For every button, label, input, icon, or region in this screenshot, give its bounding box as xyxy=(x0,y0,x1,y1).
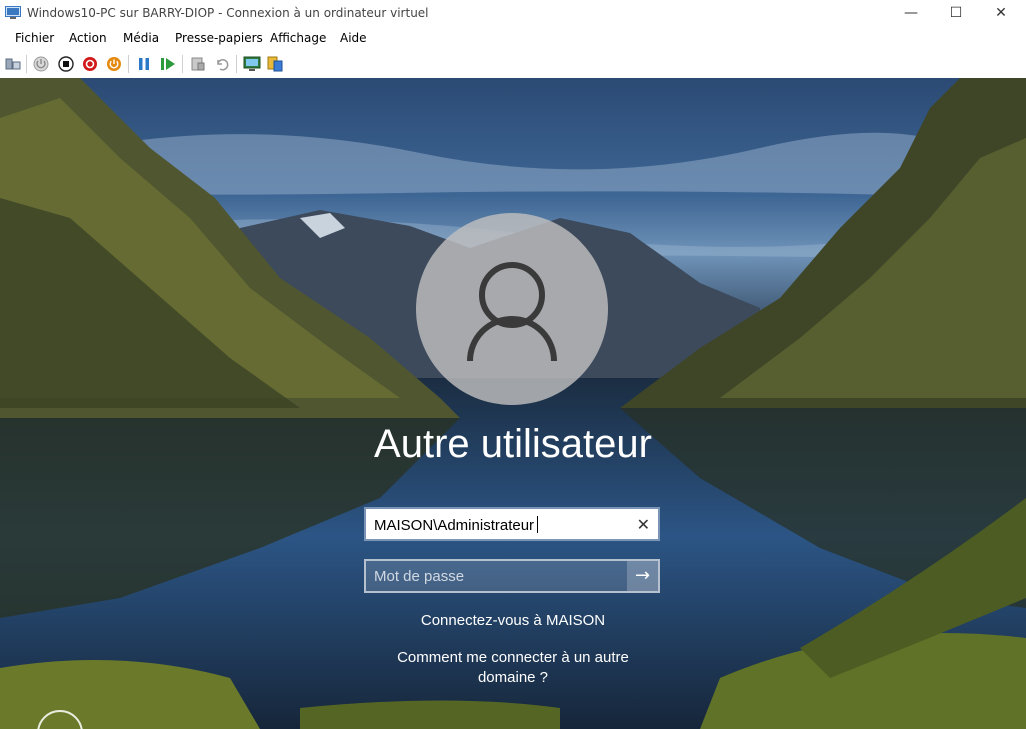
menu-affichage[interactable]: Affichage xyxy=(270,31,326,45)
user-name: Autre utilisateur xyxy=(374,422,652,466)
title-bar: Windows10-PC sur BARRY-DIOP - Connexion … xyxy=(0,0,1026,28)
start-icon[interactable] xyxy=(32,55,50,73)
pause-icon[interactable] xyxy=(135,55,153,73)
menu-action[interactable]: Action xyxy=(69,31,107,45)
password-placeholder: Mot de passe xyxy=(374,568,465,585)
revert-icon[interactable] xyxy=(213,55,231,73)
toolbar-separator xyxy=(128,55,129,73)
ctrl-alt-del-icon[interactable] xyxy=(4,55,22,73)
password-input[interactable]: Mot de passe → xyxy=(364,559,660,593)
menu-aide[interactable]: Aide xyxy=(340,31,367,45)
user-avatar xyxy=(416,213,608,405)
toolbar-separator xyxy=(236,55,237,73)
turn-off-icon[interactable] xyxy=(57,55,75,73)
minimize-button[interactable]: — xyxy=(888,0,934,27)
other-domain-link[interactable]: Comment me connecter à un autre domaine … xyxy=(388,648,638,688)
clear-icon[interactable]: ✕ xyxy=(637,515,650,534)
close-button[interactable]: ✕ xyxy=(978,0,1024,27)
maximize-button[interactable]: ☐ xyxy=(933,0,979,27)
checkpoint-icon[interactable] xyxy=(189,55,207,73)
submit-arrow-icon[interactable]: → xyxy=(627,561,658,591)
menu-fichier[interactable]: Fichier xyxy=(15,31,54,45)
menu-media[interactable]: Média xyxy=(123,31,159,45)
toolbar xyxy=(0,50,1026,79)
menu-bar: Fichier Action Média Presse-papiers Affi… xyxy=(0,27,1026,50)
window-title: Windows10-PC sur BARRY-DIOP - Connexion … xyxy=(27,6,429,20)
shutdown-icon[interactable] xyxy=(81,55,99,73)
toolbar-separator xyxy=(26,55,27,73)
resume-icon[interactable] xyxy=(159,55,177,73)
username-value[interactable]: MAISON\Administrateur xyxy=(374,516,539,534)
user-icon xyxy=(467,262,557,362)
power-icon[interactable] xyxy=(105,55,123,73)
text-caret xyxy=(537,516,539,533)
username-input[interactable]: MAISON\Administrateur ✕ xyxy=(364,507,660,541)
share-icon[interactable] xyxy=(266,55,284,73)
menu-presse-papiers[interactable]: Presse-papiers xyxy=(175,31,263,45)
vm-display[interactable]: Autre utilisateur MAISON\Administrateur … xyxy=(0,78,1026,729)
vm-connection-icon xyxy=(5,6,21,19)
enhanced-session-icon[interactable] xyxy=(243,55,261,73)
toolbar-separator xyxy=(182,55,183,73)
sign-in-domain-label: Connectez-vous à MAISON xyxy=(420,612,606,629)
